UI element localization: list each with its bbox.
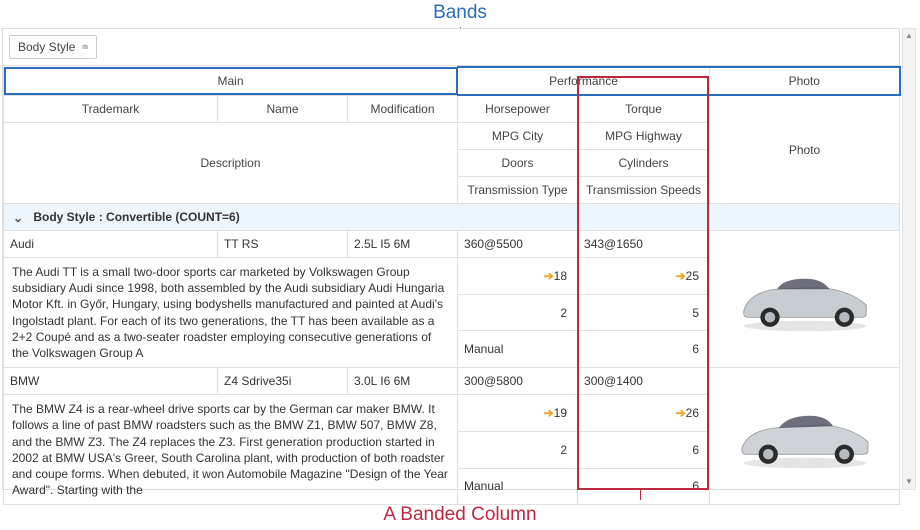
vertical-scrollbar[interactable]: ▲ ▼ [902,28,916,490]
col-transmission-type[interactable]: Transmission Type [458,177,578,204]
table-row[interactable]: BMW Z4 Sdrive35i 3.0L I6 6M 300@5800 300… [4,368,900,395]
scroll-up-icon[interactable]: ▲ [903,29,915,43]
col-cylinders[interactable]: Cylinders [578,150,710,177]
cell-modification: 2.5L I5 6M [348,231,458,258]
group-chip-body-style[interactable]: Body Style ≐ [9,35,97,59]
group-row-label: Body Style : Convertible (COUNT=6) [33,210,239,224]
cell-description: The Audi TT is a small two-door sports c… [4,258,458,368]
cell-cylinders: 6 [578,431,710,468]
band-performance[interactable]: Performance [458,67,710,95]
cell-modification: 3.0L I6 6M [348,368,458,395]
col-name[interactable]: Name [218,95,348,123]
band-photo[interactable]: Photo [710,67,900,95]
cell-doors: 2 [458,294,578,331]
col-trademark[interactable]: Trademark [4,95,218,123]
cell-mpg-highway: ➔25 [578,258,710,295]
table-row[interactable]: Audi TT RS 2.5L I5 6M 360@5500 343@1650 [4,231,900,258]
cell-description: The BMW Z4 is a rear-wheel drive sports … [4,395,458,505]
cell-torque: 343@1650 [578,231,710,258]
arrow-right-icon: ➔ [540,406,554,420]
cell-trademark: BMW [4,368,218,395]
grid-panel: Body Style ≐ Main Performance Photo Trad… [2,28,900,490]
cell-photo [710,231,900,368]
car-image [730,400,880,470]
cell-doors: 2 [458,431,578,468]
data-grid: Main Performance Photo Trademark Name Mo… [3,66,901,505]
band-main[interactable]: Main [4,67,458,95]
group-row-convertible[interactable]: ⌄ Body Style : Convertible (COUNT=6) [4,204,900,231]
cell-name: TT RS [218,231,348,258]
arrow-right-icon: ➔ [672,406,686,420]
col-description[interactable]: Description [4,123,458,204]
col-transmission-speeds[interactable]: Transmission Speeds [578,177,710,204]
cell-mpg-city: ➔19 [458,395,578,432]
cell-name: Z4 Sdrive35i [218,368,348,395]
arrow-right-icon: ➔ [672,269,686,283]
group-panel[interactable]: Body Style ≐ [3,29,899,66]
col-photo[interactable]: Photo [710,95,900,204]
col-torque[interactable]: Torque [578,95,710,123]
scroll-down-icon[interactable]: ▼ [903,475,915,489]
chevron-down-icon[interactable]: ⌄ [12,211,24,225]
group-chip-label: Body Style [18,40,75,54]
cell-trademark: Audi [4,231,218,258]
cell-transmission-type: Manual [458,468,578,505]
cell-mpg-city: ➔18 [458,258,578,295]
col-doors[interactable]: Doors [458,150,578,177]
cell-transmission-speeds: 6 [578,331,710,368]
arrow-right-icon: ➔ [540,269,554,283]
column-header-row-1: Trademark Name Modification Horsepower T… [4,95,900,123]
cell-horsepower: 300@5800 [458,368,578,395]
col-horsepower[interactable]: Horsepower [458,95,578,123]
cell-transmission-type: Manual [458,331,578,368]
cell-transmission-speeds: 6 [578,468,710,505]
cell-horsepower: 360@5500 [458,231,578,258]
col-mpg-city[interactable]: MPG City [458,123,578,150]
annotation-bands-label: Bands [0,2,920,24]
cell-cylinders: 5 [578,294,710,331]
band-header-row: Main Performance Photo [4,67,900,95]
cell-mpg-highway: ➔26 [578,395,710,432]
col-mpg-highway[interactable]: MPG Highway [578,123,710,150]
cell-photo [710,368,900,505]
annotation-banded-column-line [640,490,641,500]
annotation-banded-column-label: A Banded Column [0,504,920,526]
cell-torque: 300@1400 [578,368,710,395]
car-image [730,263,880,333]
sort-icon: ≐ [81,42,88,53]
col-modification[interactable]: Modification [348,95,458,123]
